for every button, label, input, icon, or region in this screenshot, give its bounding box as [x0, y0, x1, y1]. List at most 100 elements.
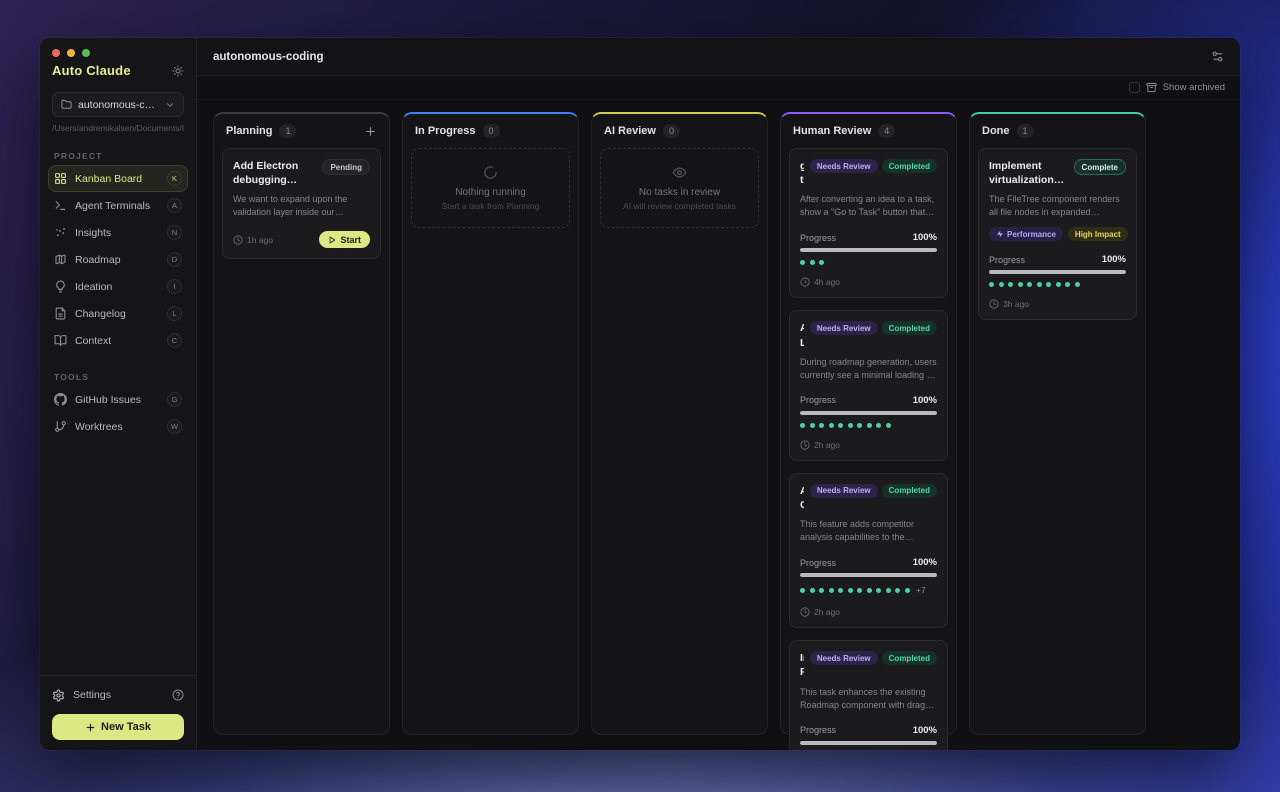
- progress-bar: [800, 411, 937, 415]
- shortcut-badge: I: [167, 279, 182, 294]
- lightbulb-icon: [54, 280, 67, 293]
- plus-icon: [85, 722, 96, 733]
- book-icon: [54, 334, 67, 347]
- spinner-icon: [483, 165, 498, 180]
- settings-button[interactable]: Settings: [52, 684, 184, 706]
- project-section-label: PROJECT: [54, 151, 182, 161]
- needs-review-badge: Needs Review: [810, 484, 878, 498]
- needs-review-badge: Needs Review: [810, 159, 878, 173]
- folder-icon: [61, 99, 72, 110]
- show-archived-label[interactable]: Show archived: [1163, 82, 1225, 93]
- empty-state-subtitle: Start a task from Planning: [442, 201, 540, 211]
- completed-badge: Completed: [882, 321, 937, 335]
- add-task-button[interactable]: [364, 125, 377, 138]
- sidebar-item-changelog[interactable]: Changelog L: [48, 300, 188, 327]
- sidebar-item-roadmap[interactable]: Roadmap D: [48, 246, 188, 273]
- zap-icon: [996, 230, 1004, 238]
- kanban-board: Planning 1 Add Electron debugging server…: [197, 100, 1240, 750]
- task-card[interactable]: Add Electron debugging server wit... Pen…: [222, 148, 381, 259]
- progress-value: 100%: [913, 232, 937, 243]
- empty-state: Nothing running Start a task from Planni…: [411, 148, 570, 228]
- needs-review-badge: Needs Review: [810, 651, 878, 665]
- completed-badge: Completed: [882, 484, 937, 498]
- kanban-icon: [54, 172, 67, 185]
- shortcut-badge: D: [167, 252, 182, 267]
- settings-label: Settings: [73, 689, 164, 701]
- task-time: 4h ago: [814, 277, 840, 287]
- task-card[interactable]: Implemen Roadm... Needs Review Completed…: [789, 640, 948, 750]
- column-title: AI Review: [604, 125, 656, 137]
- board-toolbar: Show archived: [197, 76, 1240, 100]
- shortcut-badge: G: [167, 392, 182, 407]
- task-time: 3h ago: [1003, 299, 1029, 309]
- task-description: This feature adds competitor analysis ca…: [800, 518, 937, 544]
- complete-badge: Complete: [1074, 159, 1126, 175]
- shortcut-badge: K: [167, 171, 182, 186]
- column-count-badge: 1: [1017, 124, 1034, 138]
- sidebar-item-github-issues[interactable]: GitHub Issues G: [48, 386, 188, 413]
- sidebar-item-label: Ideation: [75, 281, 159, 293]
- sidebar-item-ideation[interactable]: Ideation I: [48, 273, 188, 300]
- subtask-dots: [800, 260, 937, 265]
- map-icon: [54, 253, 67, 266]
- sidebar-item-worktrees[interactable]: Worktrees W: [48, 413, 188, 440]
- task-card[interactable]: go-to-task-... Needs Review Completed Af…: [789, 148, 948, 298]
- zoom-window-button[interactable]: [82, 49, 90, 57]
- task-description: After converting an idea to a task, show…: [800, 193, 937, 219]
- chevron-down-icon: [165, 100, 175, 110]
- column-done: Done 1 Implement virtualization for... C…: [969, 112, 1146, 735]
- sidebar-item-label: Agent Terminals: [75, 200, 159, 212]
- sidebar-item-label: GitHub Issues: [75, 394, 159, 406]
- progress-label: Progress: [800, 395, 836, 405]
- project-nav: Kanban Board K Agent Terminals A Insight…: [40, 165, 196, 354]
- task-description: We want to expand upon the validation la…: [233, 193, 370, 219]
- help-circle-icon: [172, 689, 184, 701]
- minimize-window-button[interactable]: [67, 49, 75, 57]
- progress-label: Progress: [800, 725, 836, 735]
- task-title: Implement virtualization for...: [989, 159, 1068, 187]
- theme-toggle-button[interactable]: [172, 65, 184, 77]
- shortcut-badge: L: [167, 306, 182, 321]
- progress-value: 100%: [1102, 254, 1126, 265]
- github-icon: [54, 393, 67, 406]
- tools-section-label: TOOLS: [54, 372, 182, 382]
- project-selector[interactable]: autonomous-coding: [52, 92, 184, 117]
- sidebar-item-label: Insights: [75, 227, 159, 239]
- task-card[interactable]: Implement virtualization for... Complete…: [978, 148, 1137, 320]
- empty-state: No tasks in review AI will review comple…: [600, 148, 759, 228]
- help-button[interactable]: [172, 689, 184, 701]
- task-description: The FileTree component renders all file …: [989, 193, 1126, 219]
- task-description: This task enhances the existing Roadmap …: [800, 686, 937, 712]
- sidebar-item-insights[interactable]: Insights N: [48, 219, 188, 246]
- start-task-button[interactable]: Start: [319, 231, 370, 248]
- project-selector-value: autonomous-coding: [78, 99, 159, 111]
- task-card[interactable]: Add Loadin... Needs Review Completed Dur…: [789, 310, 948, 460]
- board-settings-button[interactable]: [1211, 50, 1224, 63]
- sun-icon: [172, 65, 184, 77]
- task-card[interactable]: Add Comp... Needs Review Completed This …: [789, 473, 948, 628]
- status-badge: Pending: [322, 159, 370, 175]
- main-area: autonomous-coding Show archived Planning…: [197, 38, 1240, 750]
- show-archived-checkbox[interactable]: [1129, 82, 1140, 93]
- empty-state-subtitle: AI will review completed tasks: [623, 201, 736, 211]
- progress-label: Progress: [800, 558, 836, 568]
- clock-icon: [800, 440, 810, 450]
- sidebar-item-kanban-board[interactable]: Kanban Board K: [48, 165, 188, 192]
- new-task-button[interactable]: New Task: [52, 714, 184, 740]
- app-title: Auto Claude: [52, 63, 131, 78]
- sidebar-item-label: Context: [75, 335, 159, 347]
- clock-icon: [989, 299, 999, 309]
- column-title: Human Review: [793, 125, 871, 137]
- column-title: Done: [982, 125, 1010, 137]
- shortcut-badge: W: [167, 419, 182, 434]
- close-window-button[interactable]: [52, 49, 60, 57]
- task-time: 2h ago: [814, 607, 840, 617]
- completed-badge: Completed: [882, 651, 937, 665]
- column-count-badge: 0: [663, 124, 680, 138]
- window-controls: [40, 38, 196, 57]
- sidebar-item-context[interactable]: Context C: [48, 327, 188, 354]
- sidebar-item-agent-terminals[interactable]: Agent Terminals A: [48, 192, 188, 219]
- high-impact-tag: High Impact: [1068, 227, 1128, 241]
- column-title: Planning: [226, 125, 272, 137]
- column-ai-review: AI Review 0 No tasks in review AI will r…: [591, 112, 768, 735]
